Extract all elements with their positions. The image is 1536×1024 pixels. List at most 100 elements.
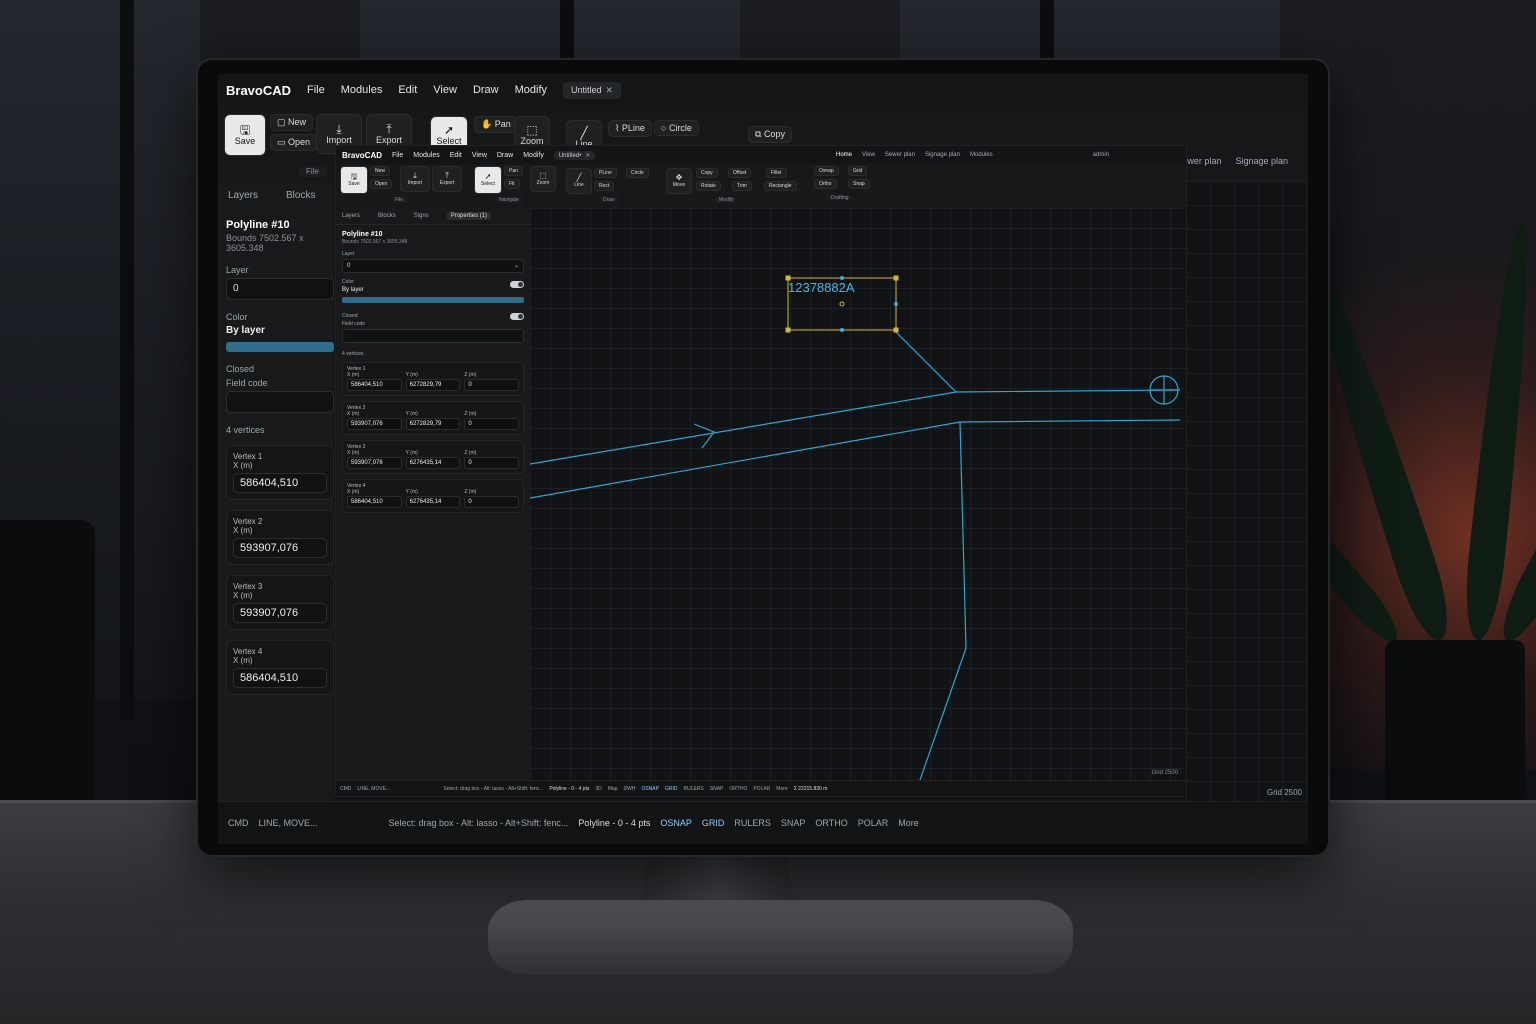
cmd-input[interactable]: LINE, MOVE...: [357, 786, 437, 792]
vertex-x-input[interactable]: 593907,076: [233, 603, 327, 623]
copy-button[interactable]: ⧉ Copy: [748, 126, 792, 143]
new-button[interactable]: New: [370, 166, 391, 176]
menu-file[interactable]: File: [307, 84, 325, 96]
tab-modules[interactable]: Modules: [970, 152, 993, 158]
vertex-y-input[interactable]: 6276435,14: [405, 457, 461, 469]
toggle-grid[interactable]: GRID: [665, 786, 678, 792]
toggle-rulers[interactable]: RULERS: [734, 818, 771, 828]
color-toggle[interactable]: [510, 281, 524, 288]
osnap-button[interactable]: Osnap: [814, 166, 839, 176]
tab-home[interactable]: Home: [836, 152, 852, 158]
toggle-rulers[interactable]: RULERS: [683, 786, 703, 792]
tab-signage-plan[interactable]: Signage plan: [925, 152, 960, 158]
grip-handle[interactable]: [893, 275, 899, 281]
grip-handle[interactable]: [840, 328, 844, 332]
closed-toggle[interactable]: [510, 313, 524, 320]
tab-blocks[interactable]: Blocks: [378, 213, 396, 219]
layer-select[interactable]: 0 ⌄: [342, 259, 524, 273]
center-grip[interactable]: [839, 301, 845, 307]
menu-modify[interactable]: Modify: [523, 152, 544, 159]
menu-edit[interactable]: Edit: [450, 152, 462, 159]
vertex-x-input[interactable]: 593907,076: [347, 457, 402, 469]
drawing-canvas-back[interactable]: Grid 2500: [1186, 181, 1308, 801]
snap-button[interactable]: Snap: [848, 179, 870, 189]
menu-modules[interactable]: Modules: [341, 84, 383, 96]
move-button[interactable]: ✥ Move: [666, 168, 692, 194]
line-button[interactable]: ╱ Line: [566, 168, 592, 194]
tab-signage-plan[interactable]: Signage plan: [1235, 156, 1288, 171]
pline-button[interactable]: ⌇ PLine: [608, 120, 652, 137]
vertex-x-input[interactable]: 586404,510: [233, 473, 327, 493]
select-button[interactable]: ➚ Select: [474, 166, 502, 194]
open-button[interactable]: ▭ Open: [270, 134, 318, 151]
copy-button[interactable]: Copy: [696, 168, 718, 178]
toggle-ortho[interactable]: ORTHO: [815, 818, 847, 828]
new-button[interactable]: ▢ New: [270, 114, 314, 131]
vertex-z-input[interactable]: 0: [464, 457, 520, 469]
save-button[interactable]: 🖫 Save: [340, 166, 368, 194]
toggle-grid[interactable]: GRID: [702, 818, 725, 828]
menu-draw[interactable]: Draw: [497, 152, 513, 159]
vertex-z-input[interactable]: 0: [464, 496, 520, 508]
more-button[interactable]: More: [776, 786, 787, 792]
pline-button[interactable]: PLine: [594, 168, 617, 178]
toggle-snap[interactable]: SNAP: [710, 786, 724, 792]
rotate-button[interactable]: Rotate: [696, 181, 721, 191]
vertex-x-input[interactable]: 593907,076: [347, 418, 402, 430]
vertex-x-input[interactable]: 593907,076: [233, 538, 327, 558]
circle-button[interactable]: Circle: [626, 168, 649, 178]
user-name[interactable]: admin: [1093, 152, 1109, 158]
close-icon[interactable]: ✕: [606, 85, 614, 95]
fit-button[interactable]: Fit: [504, 179, 520, 189]
grip-handle[interactable]: [894, 302, 898, 306]
vertex-x-input[interactable]: 586404,510: [233, 668, 327, 688]
toggle-3d[interactable]: 3D: [595, 786, 601, 792]
toggle-dwh[interactable]: DWH: [623, 786, 635, 792]
trim-button[interactable]: Trim: [732, 181, 752, 191]
vertex-y-input[interactable]: 6272829,79: [405, 418, 461, 430]
pan-button[interactable]: ✋ Pan: [474, 116, 518, 133]
field-code-input[interactable]: [226, 391, 334, 413]
grip-handle[interactable]: [785, 327, 791, 333]
tab-properties[interactable]: Properties (1): [446, 212, 492, 220]
offset-button[interactable]: Offset: [728, 168, 752, 178]
cmd-input[interactable]: LINE, MOVE...: [259, 818, 379, 828]
drawing-canvas[interactable]: 12378882A Grid 2500: [530, 208, 1186, 780]
field-code-input[interactable]: [342, 329, 524, 343]
open-button[interactable]: Open: [370, 179, 393, 189]
zoom-button[interactable]: ⬚ Zoom: [530, 166, 556, 192]
document-tab[interactable]: Untitled• ✕: [553, 150, 596, 160]
menu-draw[interactable]: Draw: [473, 84, 499, 96]
toggle-map[interactable]: Map: [608, 786, 618, 792]
menu-view[interactable]: View: [433, 84, 457, 96]
canvas-text-label[interactable]: 12378882A: [788, 280, 855, 295]
menu-modify[interactable]: Modify: [515, 84, 547, 96]
toggle-osnap[interactable]: OSNAP: [660, 818, 692, 828]
menu-view[interactable]: View: [472, 152, 487, 159]
tab-layers[interactable]: Layers: [228, 190, 258, 201]
circle-button[interactable]: ○ Circle: [654, 120, 699, 136]
menu-file[interactable]: File: [392, 152, 403, 159]
more-button[interactable]: More: [898, 818, 919, 828]
tab-signs[interactable]: Signs: [414, 213, 429, 219]
rect-button[interactable]: Rect: [594, 181, 615, 191]
vertex-y-input[interactable]: 6276435,14: [405, 496, 461, 508]
tab-blocks[interactable]: Blocks: [286, 190, 315, 201]
vertex-z-input[interactable]: 0: [464, 379, 520, 391]
layer-select[interactable]: 0: [226, 278, 334, 300]
vertex-z-input[interactable]: 0: [464, 418, 520, 430]
pan-button[interactable]: Pan: [504, 166, 523, 176]
document-tab[interactable]: Untitled ✕: [563, 81, 622, 99]
close-icon[interactable]: ✕: [585, 153, 590, 159]
export-button[interactable]: ⤒ Export: [432, 166, 462, 192]
vertex-x-input[interactable]: 586404,510: [347, 496, 402, 508]
import-button[interactable]: ⤓ Import: [400, 166, 430, 192]
tab-layers[interactable]: Layers: [342, 213, 360, 219]
toggle-osnap[interactable]: OSNAP: [641, 786, 659, 792]
color-swatch[interactable]: [342, 297, 524, 303]
vertex-y-input[interactable]: 6272829,79: [405, 379, 461, 391]
toggle-polar[interactable]: POLAR: [753, 786, 770, 792]
toggle-snap[interactable]: SNAP: [781, 818, 806, 828]
ortho-button[interactable]: Ortho: [814, 179, 837, 189]
toggle-polar[interactable]: POLAR: [858, 818, 889, 828]
